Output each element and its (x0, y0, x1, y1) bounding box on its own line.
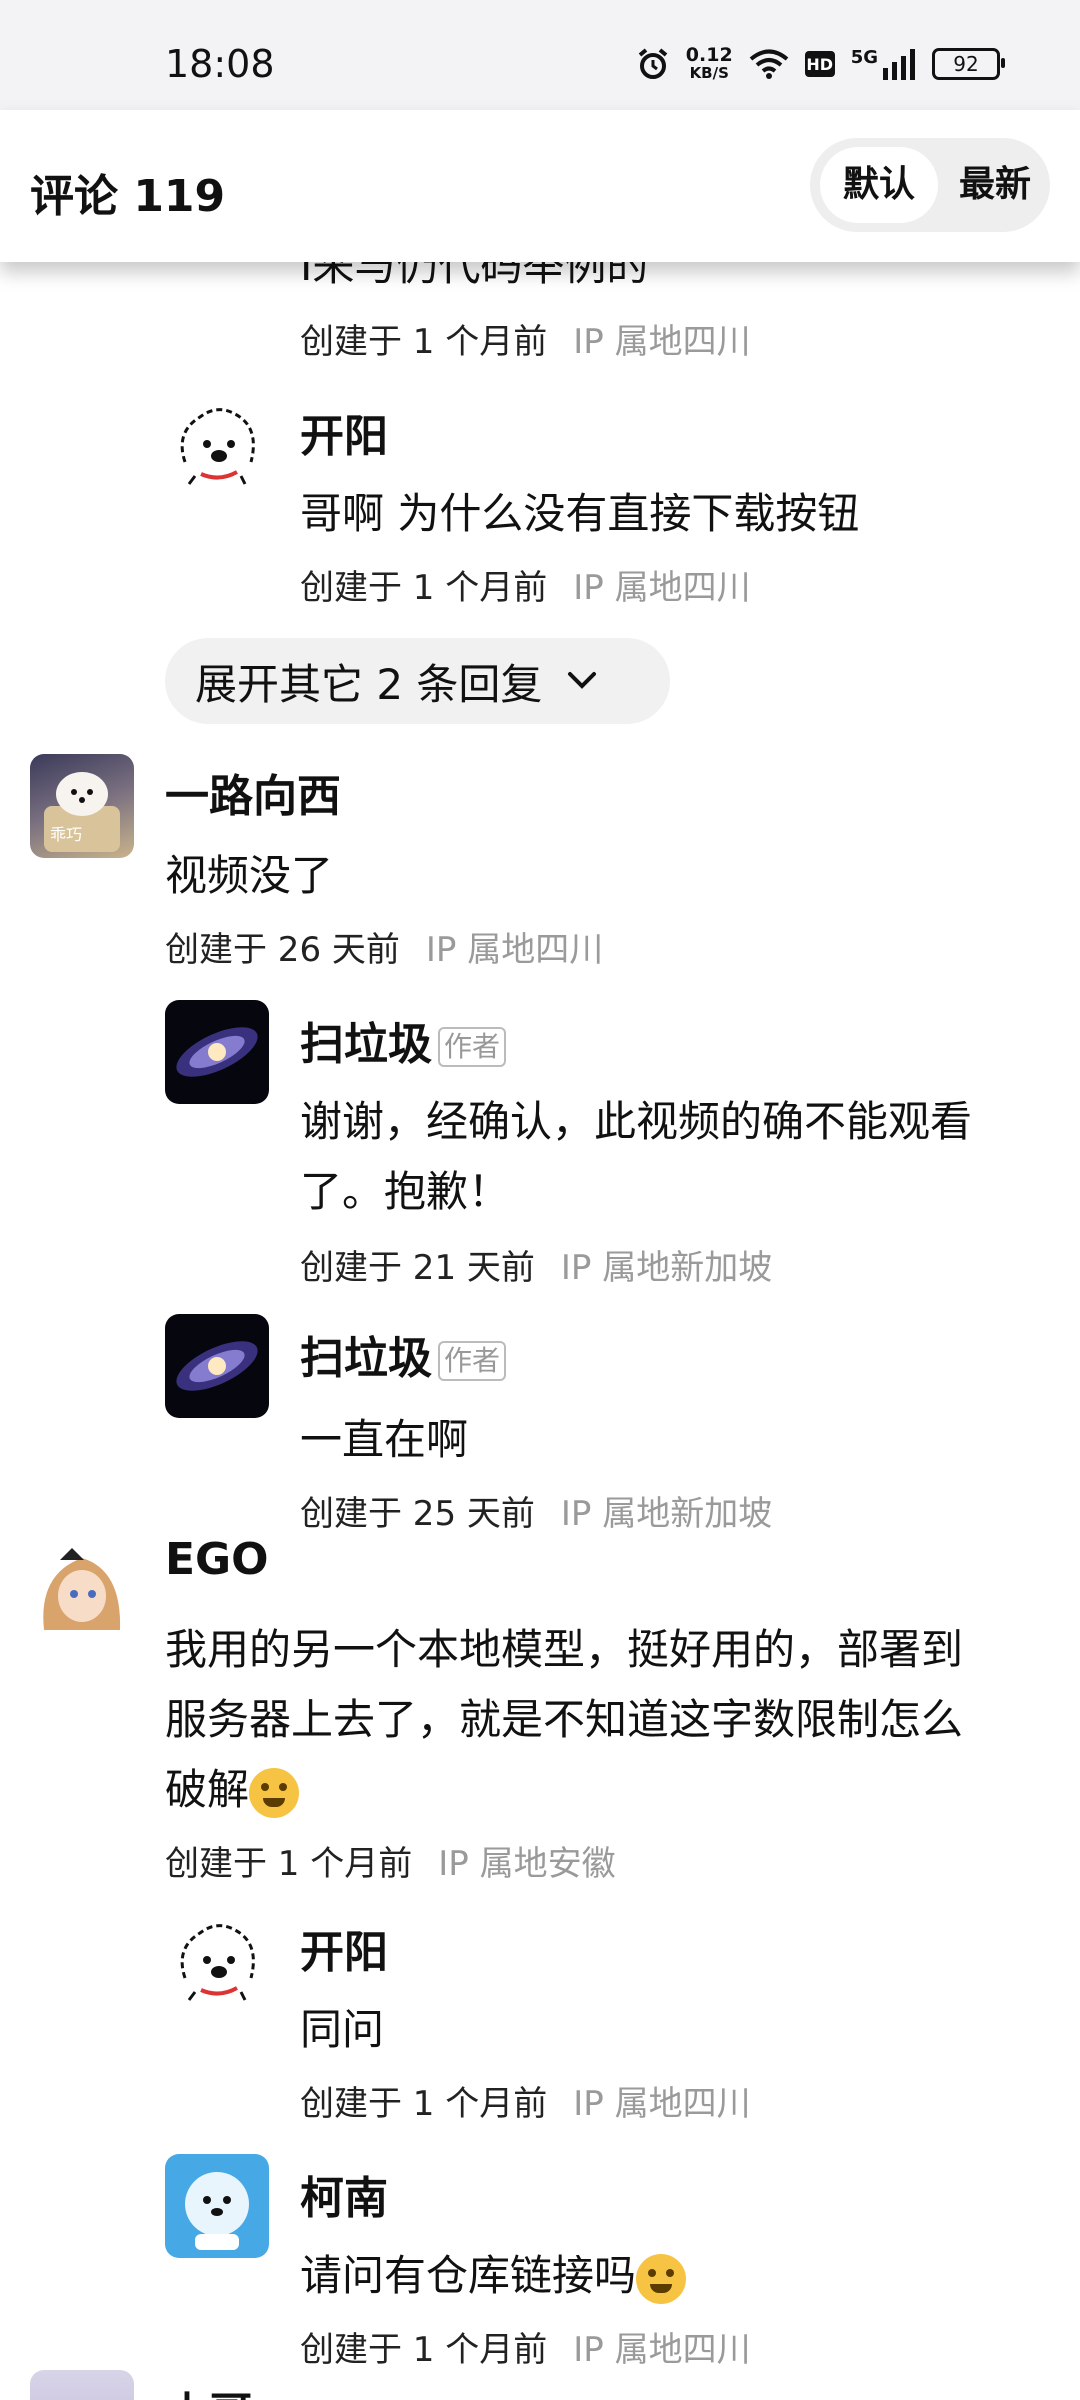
comment-time: 创建于 1 个月前 (165, 1844, 413, 1884)
comment-author[interactable]: 开阳 (300, 1916, 388, 1980)
comment-author[interactable]: 扫垃圾 作者 (300, 1008, 507, 1072)
puppy-avatar-icon: 乖巧 (44, 772, 120, 852)
avatar[interactable]: 乖巧 (30, 754, 134, 858)
comment-text: 视频没了 (165, 851, 334, 900)
avatar[interactable] (30, 2370, 134, 2400)
comment-meta: 创建于 21 天前 IP 属地新加坡 (300, 1240, 772, 1289)
comment-author[interactable]: 木哥 (165, 2378, 253, 2400)
comment-ip: IP 属地四川 (425, 930, 604, 970)
comment-ip: IP 属地新加坡 (560, 1248, 773, 1288)
dog-avatar-icon (180, 1924, 255, 2001)
comment-ip: IP 属地安徽 (438, 1844, 616, 1884)
comment-time: 创建于 25 天前 (300, 1494, 535, 1534)
comment-author[interactable]: 扫垃圾 作者 (300, 1322, 507, 1386)
battery-icon: 92 (932, 48, 1005, 80)
avatar[interactable] (165, 1908, 269, 2012)
avatar[interactable] (165, 2154, 269, 2258)
comment-ip: IP 属地四川 (573, 322, 751, 362)
galaxy-avatar-icon (176, 1027, 258, 1077)
comment-text: 破解 (165, 1756, 300, 1818)
status-bar: 18:08 0.12 KB/S HD 5G 92 (0, 0, 1080, 110)
peek-emoji-icon (636, 2253, 687, 2304)
author-badge: 作者 (438, 1027, 507, 1067)
laugh-cry-emoji-icon (249, 1767, 300, 1818)
sort-default-button[interactable]: 默认 (820, 147, 938, 223)
net-speed-unit: KB/S (689, 64, 729, 82)
comment-author[interactable]: 一路向西 (165, 760, 341, 824)
avatar-text: 乖巧 (50, 825, 82, 844)
page-title: 评论 119 (30, 171, 226, 222)
comment-time: 创建于 1 个月前 (300, 2084, 548, 2124)
comments-header: 评论 119 默认 最新 (0, 110, 1080, 262)
comment-list[interactable]: I来与仍代码举例的 创建于 1 个月前 IP 属地四川 开阳 哥啊 为什么没有直接… (0, 262, 1080, 2400)
partial-comment-text: I来与仍代码举例的 (300, 262, 649, 290)
chevron-down-icon (568, 672, 597, 689)
comment-time: 创建于 21 天前 (300, 1248, 535, 1288)
avatar[interactable] (165, 1000, 269, 1104)
author-badge: 作者 (438, 1341, 507, 1381)
alarm-icon (638, 48, 668, 79)
expand-replies-button[interactable]: 展开其它 2 条回复 (165, 638, 670, 724)
comment-time: 创建于 1 个月前 (300, 2330, 548, 2370)
author-name: 扫垃圾 (300, 1333, 432, 1384)
author-name: 扫垃圾 (300, 1019, 432, 1070)
comment-text: 请问有仓库链接吗 (300, 2242, 687, 2304)
comment-meta: 创建于 1 个月前 IP 属地安徽 (165, 1836, 616, 1885)
comment-meta: 创建于 1 个月前 IP 属地四川 (300, 2076, 751, 2125)
comment-ip: IP 属地新加坡 (560, 1494, 773, 1534)
comment-ip: IP 属地四川 (573, 2330, 751, 2370)
hd-icon: HD (804, 51, 835, 77)
comment-text-tail: 破解 (165, 1765, 250, 1814)
comment-time: 创建于 1 个月前 (300, 568, 548, 608)
comment-ip: IP 属地四川 (573, 2084, 751, 2124)
comment-text: 一直在啊 (300, 1415, 469, 1464)
net-speed-value: 0.12 (685, 44, 733, 66)
net-speed: 0.12 KB/S (685, 44, 733, 83)
comment-text: 服务器上去了，就是不知道这字数限制怎么 (165, 1695, 964, 1744)
network-label: 5G (850, 46, 878, 68)
comment-text: 了。抱歉！ (300, 1167, 511, 1216)
comment-text: 哥啊 为什么没有直接下载按钮 (300, 489, 860, 538)
avatar[interactable] (30, 1534, 134, 1638)
anime-avatar-icon (43, 1548, 121, 1630)
sort-toggle: 默认 最新 (810, 138, 1050, 232)
comment-meta: 创建于 25 天前 IP 属地新加坡 (300, 1486, 772, 1535)
comment-meta: 创建于 1 个月前 IP 属地四川 (300, 2322, 751, 2371)
comment-text-body: 请问有仓库链接吗 (300, 2251, 637, 2300)
comment-meta: 创建于 1 个月前 IP 属地四川 (300, 560, 751, 609)
comment-text: 谢谢，经确认，此视频的确不能观看 (300, 1097, 973, 1146)
avatar[interactable] (165, 392, 269, 496)
signal-icon (883, 49, 915, 80)
avatar[interactable] (165, 1314, 269, 1418)
bear-avatar-icon (185, 2172, 249, 2250)
comment-author[interactable]: EGO (165, 1534, 269, 1585)
sort-latest-button[interactable]: 最新 (940, 147, 1050, 223)
comment-text: 我用的另一个本地模型，挺好用的，部署到 (165, 1625, 964, 1674)
comment-author[interactable]: 开阳 (300, 400, 388, 464)
comment-time: 创建于 26 天前 (165, 930, 400, 970)
expand-replies-label: 展开其它 2 条回复 (195, 659, 543, 709)
status-time: 18:08 (165, 42, 275, 86)
comment-author[interactable]: 柯南 (300, 2162, 388, 2226)
comment-ip: IP 属地四川 (573, 568, 751, 608)
wifi-icon (749, 49, 788, 79)
comment-time: 创建于 1 个月前 (300, 322, 548, 362)
dog-avatar-icon (180, 408, 255, 485)
comment-meta: 创建于 26 天前 IP 属地四川 (165, 922, 603, 971)
comment-meta: 创建于 1 个月前 IP 属地四川 (300, 314, 751, 363)
galaxy-avatar-icon (176, 1341, 258, 1391)
status-icons: 0.12 KB/S HD 5G 92 (636, 44, 1005, 83)
comment-text: 同问 (300, 2005, 385, 2054)
